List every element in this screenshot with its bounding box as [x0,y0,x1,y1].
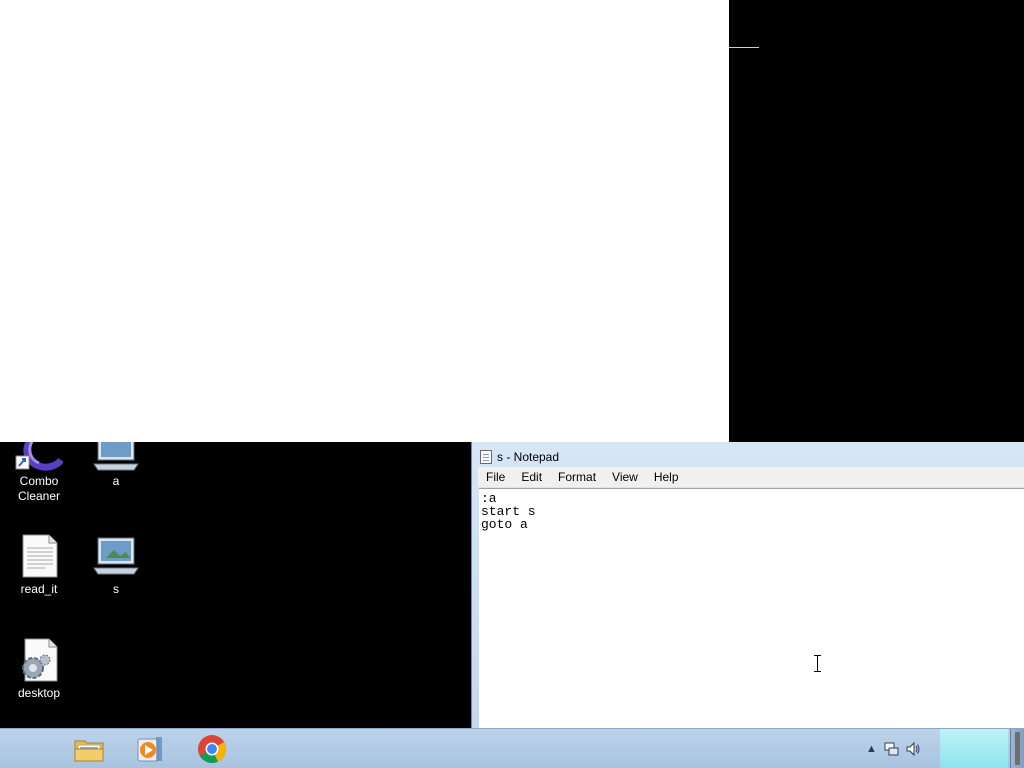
window-title: s - Notepad [497,450,560,464]
blank-window[interactable] [0,0,729,442]
ibeam-cursor-icon [814,655,821,672]
document-text[interactable]: :a start s goto a [481,492,1024,531]
desktop-icon-label: desktop [17,686,61,700]
desktop-icon-desktop[interactable]: desktop [1,636,77,701]
desktop-icon-label: Combo Cleaner [17,474,61,503]
text-editor-area[interactable]: :a start s goto a [479,488,1024,728]
show-desktop-button[interactable] [1010,729,1024,768]
desktop-icon-label: read_it [20,582,58,596]
notepad-window[interactable]: s - Notepad File Edit Format View Help :… [471,442,1024,728]
desktop-icon-s[interactable]: s [78,532,154,597]
menu-format[interactable]: Format [550,470,604,484]
text-file-icon [15,532,63,580]
desktop-icon-a[interactable]: a [78,442,154,489]
chrome-icon[interactable] [196,733,228,765]
volume-icon[interactable] [905,741,921,757]
desktop-screen: Combo Cleaner a read_it s desktop s - No… [0,0,1024,768]
system-tray: ▲ [866,739,921,759]
menu-file[interactable]: File [478,470,513,484]
file-explorer-icon[interactable] [73,733,105,765]
desktop-icon-label: a [112,474,120,488]
media-player-icon[interactable] [134,733,166,765]
menu-edit[interactable]: Edit [513,470,550,484]
network-icon[interactable] [883,741,899,757]
combo-cleaner-icon [15,442,63,472]
settings-file-icon [15,636,63,684]
menu-view[interactable]: View [604,470,646,484]
desktop-icon-combo-cleaner[interactable]: Combo Cleaner [1,442,77,504]
taskbar: ▲ [0,728,1024,768]
menu-bar: File Edit Format View Help [478,467,1024,487]
menu-help[interactable]: Help [646,470,687,484]
notepad-icon [480,450,492,464]
show-hidden-icons-arrow-icon[interactable]: ▲ [866,743,877,755]
desktop-icon-read-it[interactable]: read_it [1,532,77,597]
window-edge-line [729,47,759,48]
desktop-icon-label: s [113,582,119,596]
taskbar-hover-glow [940,729,1008,768]
batch-file-icon [92,532,140,580]
notepad-titlebar[interactable]: s - Notepad [480,448,559,466]
batch-file-icon [92,442,140,472]
